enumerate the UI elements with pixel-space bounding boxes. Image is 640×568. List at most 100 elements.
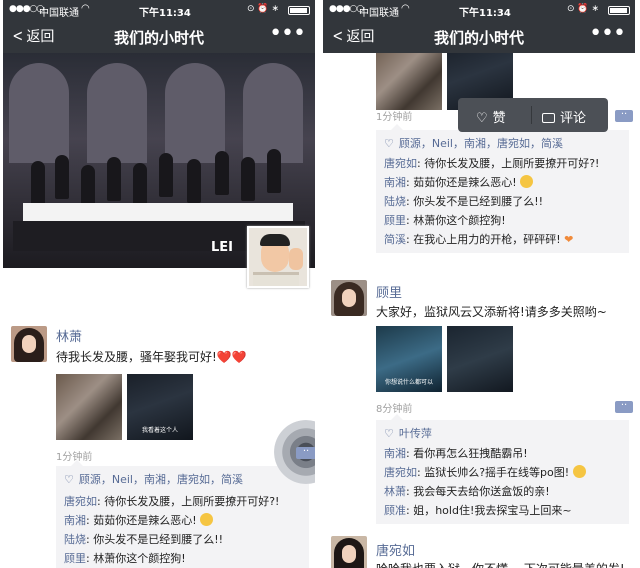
status-icons: ⊙ ⏰ ∗	[246, 4, 279, 14]
popup-divider	[531, 106, 532, 124]
comment-row[interactable]: 简溪: 在我心上用力的开枪，砰砰砰! ❤	[384, 230, 621, 249]
avatar-face	[22, 335, 36, 353]
comment-row[interactable]: 林萧: 我会每天去给你送盒饭的亲!	[384, 482, 621, 501]
post-photo[interactable]	[376, 44, 442, 110]
post-author-name[interactable]: 唐宛如	[376, 540, 415, 559]
post-author-name[interactable]: 顾里	[376, 282, 402, 301]
comment-action-button[interactable]: ··	[615, 110, 633, 122]
cover-figure	[31, 161, 45, 205]
comment-row[interactable]: 唐宛如: 待你长发及腰，上厕所要撩开可好?!	[384, 154, 621, 173]
post-time: 8分钟前	[376, 404, 413, 415]
comment-row[interactable]: 南湘: 看你再怎么狂拽酷霸吊!	[384, 444, 621, 463]
like-comment-popup: ♡ 赞 评论	[458, 98, 608, 132]
likes-names[interactable]: 顾源，Neil，南湘，唐宛如，简溪	[399, 137, 563, 150]
commenter-name[interactable]: 唐宛如	[384, 157, 417, 170]
more-button[interactable]: •••	[269, 21, 306, 46]
comment-action[interactable]: 评论	[542, 107, 586, 126]
heart-outline-icon: ♡	[384, 137, 394, 150]
post-photo[interactable]: 我看着这个人	[127, 374, 193, 440]
comment-row[interactable]: 唐宛如: 待你长发及腰，上厕所要撩开可好?!	[64, 492, 301, 511]
comment-text: 林萧你这个颜控狗!	[413, 214, 506, 227]
post-photo[interactable]: 你想说什么都可以	[376, 326, 442, 392]
commenter-name[interactable]: 顾准	[384, 504, 406, 517]
photo-caption: 我看着这个人	[141, 427, 178, 434]
post-photo[interactable]	[447, 326, 513, 392]
clock: 下午11:34	[459, 8, 511, 19]
nav-bar: < 返回 我们的小时代 •••	[3, 20, 315, 53]
comment-text: 在我心上用力的开枪，砰砰砰!	[413, 233, 561, 246]
comment-row[interactable]: 南湘: 茹茹你还是辣么恶心!	[64, 511, 301, 530]
comment-bubble-icon	[542, 113, 555, 123]
cover-table	[23, 203, 293, 221]
photo-caption: 你想说什么都可以	[384, 379, 433, 386]
drool-emoji-icon	[572, 465, 586, 478]
comments-list: 唐宛如: 待你长发及腰，上厕所要撩开可好?! 南湘: 茹茹你还是辣么恶心! 陆烧…	[56, 488, 309, 568]
status-bar: ●●●○○ 中国联通 ◠ 下午11:34 ⊙ ⏰ ∗	[323, 0, 635, 20]
comments-list: 南湘: 看你再怎么狂拽酷霸吊! 唐宛如: 监狱长帅么?摇手在线等po图! 林萧:…	[376, 440, 629, 524]
comment-text: 我会每天去给你送盒饭的亲!	[413, 485, 550, 498]
comment-row[interactable]: 陆烧: 你头发不是已经到腰了么!!	[64, 530, 301, 549]
nav-bar: < 返回 我们的小时代 •••	[323, 20, 635, 53]
comment-label: 评论	[560, 111, 587, 126]
cover-figure	[55, 155, 69, 199]
self-avatar[interactable]	[247, 226, 309, 288]
smile-emoji-icon	[520, 175, 534, 188]
comment-text: 待你长发及腰，上厕所要撩开可好?!	[104, 495, 280, 508]
likes-names[interactable]: 顾源，Neil，南湘，唐宛如，简溪	[79, 473, 243, 486]
post-author-avatar[interactable]	[331, 536, 367, 568]
comment-action-button[interactable]: ··	[615, 401, 633, 413]
post-photo[interactable]	[56, 374, 122, 440]
comment-row[interactable]: 顾准: 姐，hold住!我去探宝马上回来~	[384, 501, 621, 520]
post-author-name[interactable]: 林萧	[56, 326, 82, 345]
comment-row[interactable]: 顾里: 林萧你这个颜控狗!	[64, 549, 301, 568]
avatar-shirt	[253, 272, 299, 286]
cover-figure	[133, 163, 147, 207]
commenter-name[interactable]: 唐宛如	[384, 466, 417, 479]
comment-text: 监狱长帅么?摇手在线等po图!	[424, 466, 570, 479]
commenter-name[interactable]: 陆烧	[64, 533, 86, 546]
cover-figure	[215, 151, 229, 195]
likes-names[interactable]: 叶传萍	[399, 427, 432, 440]
comment-text: 林萧你这个颜控狗!	[93, 552, 186, 565]
comment-dots-icon: ··	[296, 447, 315, 459]
comment-row[interactable]: 陆烧: 你头发不是已经到腰了么!!	[384, 192, 621, 211]
comments-list: 唐宛如: 待你长发及腰，上厕所要撩开可好?! 南湘: 茹茹你还是辣么恶心! 陆烧…	[376, 150, 629, 253]
comment-text: 茹茹你还是辣么恶心!	[413, 176, 517, 189]
avatar-hair	[260, 234, 290, 246]
commenter-name[interactable]: 顾里	[64, 552, 86, 565]
wifi-icon: ◠	[81, 3, 90, 14]
comment-row[interactable]: 唐宛如: 监狱长帅么?摇手在线等po图!	[384, 463, 621, 482]
commenter-name[interactable]: 南湘	[384, 176, 406, 189]
post-author-avatar[interactable]	[11, 326, 47, 362]
heart-emoji-icon: ❤	[564, 233, 574, 246]
comment-text: 茹茹你还是辣么恶心!	[93, 514, 197, 527]
status-icons: ⊙ ⏰ ∗	[566, 4, 599, 14]
cover-arch	[243, 63, 303, 163]
cover-arch	[87, 63, 147, 163]
post-author-avatar[interactable]	[331, 280, 367, 316]
post-time: 1分钟前	[376, 112, 413, 123]
comment-text: 看你再怎么狂拽酷霸吊!	[413, 447, 528, 460]
carrier-label: 中国联通	[359, 8, 399, 19]
avatar-face	[342, 545, 356, 563]
comment-text: 待你长发及腰，上厕所要撩开可好?!	[424, 157, 600, 170]
comment-row[interactable]: 南湘: 茹茹你还是辣么恶心!	[384, 173, 621, 192]
like-action[interactable]: ♡ 赞	[476, 107, 506, 126]
post-text: 大家好，监狱风云又添新将!请多多关照哟~	[376, 305, 607, 319]
more-button[interactable]: •••	[589, 21, 626, 46]
commenter-name[interactable]: 唐宛如	[64, 495, 97, 508]
carrier-label: 中国联通	[39, 8, 79, 19]
heart-outline-icon: ♡	[64, 473, 74, 486]
left-screen: ●●●○○ 中国联通 ◠ 下午11:34 ⊙ ⏰ ∗ < 返回 我们的小时代 ••…	[3, 0, 315, 568]
comment-text: 姐，hold住!我去探宝马上回来~	[413, 504, 572, 517]
commenter-name[interactable]: 南湘	[64, 514, 86, 527]
commenter-name[interactable]: 林萧	[384, 485, 406, 498]
commenter-name[interactable]: 南湘	[384, 447, 406, 460]
commenter-name[interactable]: 简溪	[384, 233, 406, 246]
avatar-hand	[289, 248, 303, 270]
heart-emoji-icon: ❤️❤️	[216, 350, 247, 364]
clock: 下午11:34	[139, 8, 191, 19]
commenter-name[interactable]: 顾里	[384, 214, 406, 227]
commenter-name[interactable]: 陆烧	[384, 195, 406, 208]
comment-row[interactable]: 顾里: 林萧你这个颜控狗!	[384, 211, 621, 230]
